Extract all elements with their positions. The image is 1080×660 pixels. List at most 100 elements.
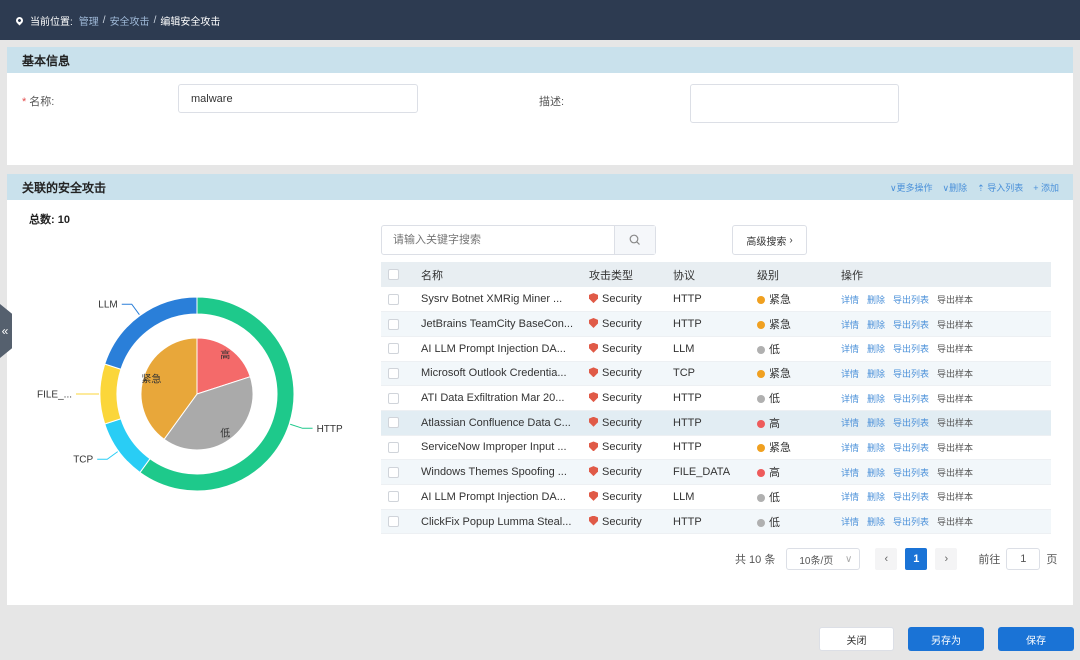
detail-link[interactable]: 详情	[841, 418, 859, 428]
row-checkbox[interactable]	[388, 343, 399, 355]
export-list-link[interactable]: 导出列表	[893, 320, 929, 330]
chart-slice-label: 高	[220, 349, 230, 362]
detail-link[interactable]: 详情	[841, 295, 859, 305]
next-page-button[interactable]: ›	[935, 548, 958, 570]
detail-link[interactable]: 详情	[841, 344, 859, 354]
export-sample-link[interactable]: 导出样本	[937, 517, 973, 527]
export-sample-link[interactable]: 导出样本	[937, 443, 973, 453]
row-checkbox[interactable]	[388, 293, 399, 305]
column-level[interactable]: 级别	[757, 262, 841, 287]
page-size-select[interactable]: 10条/页 ∨	[786, 548, 861, 570]
row-checkbox[interactable]	[388, 368, 399, 379]
row-checkbox[interactable]	[388, 392, 399, 404]
export-list-link[interactable]: 导出列表	[893, 344, 929, 354]
description-input[interactable]	[690, 84, 899, 123]
table-row[interactable]: Windows Themes Spoofing ... Security FILE_…	[381, 459, 1051, 485]
export-list-link[interactable]: 导出列表	[893, 468, 929, 478]
export-sample-link[interactable]: 导出样本	[937, 468, 973, 478]
export-list-link[interactable]: 导出列表	[893, 295, 929, 305]
export-list-link[interactable]: 导出列表	[893, 394, 929, 404]
search-button[interactable]	[614, 226, 655, 254]
row-checkbox[interactable]	[388, 417, 399, 429]
delete-link[interactable]: 删除	[867, 468, 885, 478]
table-row[interactable]: JetBrains TeamCity BaseCon... Security HTT…	[381, 311, 1051, 337]
row-name: Sysrv Botnet XMRig Miner ...	[421, 287, 589, 313]
row-checkbox[interactable]	[388, 318, 399, 330]
column-name[interactable]: 名称	[421, 262, 589, 287]
row-checkbox[interactable]	[388, 516, 399, 528]
save-as-button[interactable]: 另存为	[908, 627, 984, 651]
chart-slice[interactable]	[104, 418, 151, 474]
table-row[interactable]: ClickFix Popup Lumma Steal... Security HTT…	[381, 509, 1051, 535]
delete-link[interactable]: 删除	[867, 517, 885, 527]
export-sample-link[interactable]: 导出样本	[937, 344, 973, 354]
table-row[interactable]: Atlassian Confluence Data C... Security HT…	[381, 410, 1051, 436]
export-list-link[interactable]: 导出列表	[893, 369, 929, 379]
detail-link[interactable]: 详情	[841, 517, 859, 527]
save-button[interactable]: 保存	[998, 627, 1074, 651]
row-attack-type: Security	[589, 287, 673, 313]
export-list-link[interactable]: 导出列表	[893, 492, 929, 502]
row-level: 低	[757, 509, 841, 535]
column-attack-type[interactable]: 攻击类型	[589, 262, 673, 287]
search-input[interactable]	[382, 226, 614, 254]
table-row[interactable]: ServiceNow Improper Input ... Security HTT…	[381, 435, 1051, 461]
table-row[interactable]: AI LLM Prompt Injection DA... Security LLM…	[381, 336, 1051, 362]
shield-icon	[589, 342, 598, 353]
export-list-link[interactable]: 导出列表	[893, 443, 929, 453]
detail-link[interactable]: 详情	[841, 320, 859, 330]
level-dot-icon	[757, 345, 765, 354]
chart-slice[interactable]	[99, 363, 122, 425]
close-button[interactable]: 关闭	[819, 627, 894, 651]
export-sample-link[interactable]: 导出样本	[937, 394, 973, 404]
import-list-button[interactable]: ⇡ 导入列表	[977, 181, 1023, 194]
name-input[interactable]: malware	[178, 84, 418, 113]
detail-link[interactable]: 详情	[841, 443, 859, 453]
table-row[interactable]: ATI Data Exfiltration Mar 20... Security H…	[381, 385, 1051, 411]
row-name: Atlassian Confluence Data C...	[421, 410, 589, 436]
detail-link[interactable]: 详情	[841, 394, 859, 404]
delete-button[interactable]: ∨删除	[943, 181, 968, 194]
delete-link[interactable]: 删除	[867, 344, 885, 354]
select-all-checkbox[interactable]	[388, 269, 399, 281]
goto-page-input[interactable]: 1	[1006, 548, 1041, 570]
delete-link[interactable]: 删除	[867, 394, 885, 404]
table-row[interactable]: Microsoft Outlook Credentia... Security TC…	[381, 361, 1051, 387]
add-button[interactable]: + 添加	[1033, 181, 1059, 194]
row-checkbox[interactable]	[388, 442, 399, 454]
delete-link[interactable]: 删除	[867, 295, 885, 305]
level-dot-icon	[757, 444, 765, 453]
advanced-search-button[interactable]: 高级搜索 ›	[732, 225, 807, 255]
export-list-link[interactable]: 导出列表	[893, 418, 929, 428]
row-name: ClickFix Popup Lumma Steal...	[421, 509, 589, 535]
delete-link[interactable]: 删除	[867, 492, 885, 502]
export-list-link[interactable]: 导出列表	[893, 517, 929, 527]
shield-icon	[589, 416, 598, 427]
export-sample-link[interactable]: 导出样本	[937, 492, 973, 502]
delete-link[interactable]: 删除	[867, 443, 885, 453]
table-row[interactable]: AI LLM Prompt Injection DA... Security LLM…	[381, 484, 1051, 510]
export-sample-link[interactable]: 导出样本	[937, 320, 973, 330]
breadcrumb-item-manage[interactable]: 管理	[79, 13, 99, 28]
row-checkbox[interactable]	[388, 466, 399, 478]
delete-link[interactable]: 删除	[867, 369, 885, 379]
export-sample-link[interactable]: 导出样本	[937, 418, 973, 428]
detail-link[interactable]: 详情	[841, 492, 859, 502]
chart-slice-label: FILE_...	[37, 390, 72, 401]
delete-link[interactable]: 删除	[867, 418, 885, 428]
breadcrumb-item-attacks[interactable]: 安全攻击	[110, 13, 150, 28]
detail-link[interactable]: 详情	[841, 468, 859, 478]
export-sample-link[interactable]: 导出样本	[937, 369, 973, 379]
row-protocol: HTTP	[673, 287, 757, 313]
prev-page-button[interactable]: ‹	[875, 548, 898, 570]
row-checkbox[interactable]	[388, 491, 399, 503]
delete-link[interactable]: 删除	[867, 320, 885, 330]
detail-link[interactable]: 详情	[841, 369, 859, 379]
column-protocol[interactable]: 协议	[673, 262, 757, 287]
goto-suffix: 页	[1046, 554, 1058, 566]
export-sample-link[interactable]: 导出样本	[937, 295, 973, 305]
more-actions-button[interactable]: ∨更多操作	[890, 181, 933, 194]
page-number-1[interactable]: 1	[905, 548, 928, 570]
chart-label-line	[97, 451, 119, 460]
table-row[interactable]: Sysrv Botnet XMRig Miner ... Security HTTP…	[381, 287, 1051, 313]
